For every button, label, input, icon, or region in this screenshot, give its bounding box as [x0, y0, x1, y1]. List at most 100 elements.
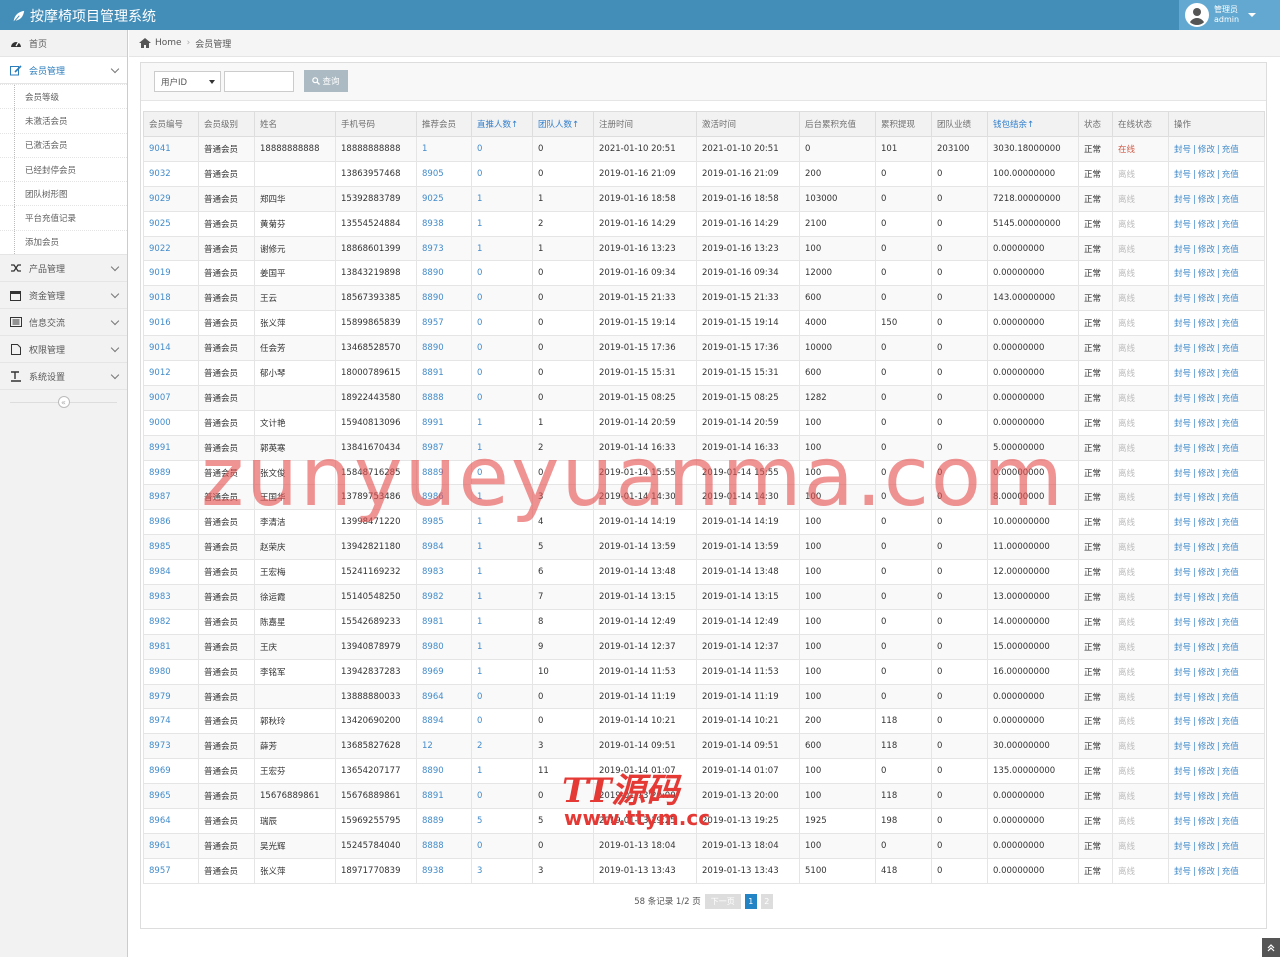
table-cell[interactable]: 9018	[143, 285, 199, 312]
ban-link[interactable]: 封号	[1174, 742, 1191, 752]
submenu-item-inactive-members[interactable]: 未激活会员	[0, 108, 127, 133]
ban-link[interactable]: 封号	[1174, 668, 1191, 678]
ban-link[interactable]: 封号	[1174, 643, 1191, 653]
user-menu[interactable]: 管理员 admin	[1179, 0, 1280, 30]
edit-link[interactable]: 修改	[1198, 170, 1215, 180]
table-cell[interactable]: 8973	[143, 733, 199, 760]
recharge-link[interactable]: 充值	[1222, 842, 1239, 852]
recharge-link[interactable]: 充值	[1222, 319, 1239, 329]
table-cell[interactable]: 8984	[416, 534, 472, 561]
recharge-link[interactable]: 充值	[1222, 145, 1239, 155]
table-cell[interactable]: 9029	[143, 185, 199, 212]
table-cell[interactable]: 8991	[416, 409, 472, 436]
edit-link[interactable]: 修改	[1198, 444, 1215, 454]
edit-link[interactable]: 修改	[1198, 842, 1215, 852]
table-cell[interactable]: 1	[471, 608, 533, 635]
table-cell[interactable]: 1	[471, 185, 533, 212]
table-cell[interactable]: 8889	[416, 808, 472, 834]
edit-link[interactable]: 修改	[1198, 618, 1215, 628]
edit-link[interactable]: 修改	[1198, 220, 1215, 230]
recharge-link[interactable]: 充值	[1222, 394, 1239, 404]
table-cell[interactable]: 1	[471, 484, 533, 511]
table-cell[interactable]: 1	[471, 210, 533, 237]
ban-link[interactable]: 封号	[1174, 195, 1191, 205]
column-header[interactable]: 钱包结余↑	[987, 111, 1079, 137]
edit-link[interactable]: 修改	[1198, 195, 1215, 205]
table-cell[interactable]: 8983	[143, 584, 199, 610]
edit-link[interactable]: 修改	[1198, 742, 1215, 752]
ban-link[interactable]: 封号	[1174, 444, 1191, 454]
table-cell[interactable]: 8989	[143, 459, 199, 486]
table-cell[interactable]: 8987	[143, 484, 199, 511]
sidebar-item-products[interactable]: 产品管理	[0, 255, 127, 283]
recharge-link[interactable]: 充值	[1222, 245, 1239, 255]
table-cell[interactable]: 12	[416, 733, 472, 760]
table-cell[interactable]: 1	[471, 434, 533, 461]
table-cell[interactable]: 0	[471, 360, 533, 386]
recharge-link[interactable]: 充值	[1222, 742, 1239, 752]
recharge-link[interactable]: 充值	[1222, 493, 1239, 503]
recharge-link[interactable]: 充值	[1222, 668, 1239, 678]
table-cell[interactable]: 8986	[143, 509, 199, 536]
ban-link[interactable]: 封号	[1174, 294, 1191, 304]
column-header[interactable]: 直推人数↑	[471, 111, 533, 137]
edit-link[interactable]: 修改	[1198, 568, 1215, 578]
search-field-select[interactable]: 用户ID	[154, 71, 221, 92]
edit-link[interactable]: 修改	[1198, 792, 1215, 802]
submenu-item-active-members[interactable]: 已激活会员	[0, 132, 127, 158]
table-cell[interactable]: 1	[471, 559, 533, 586]
edit-link[interactable]: 修改	[1198, 419, 1215, 429]
edit-link[interactable]: 修改	[1198, 145, 1215, 155]
edit-link[interactable]: 修改	[1198, 319, 1215, 329]
table-cell[interactable]: 0	[471, 260, 533, 287]
submenu-item-member-level[interactable]: 会员等级	[0, 84, 127, 109]
table-cell[interactable]: 8957	[143, 857, 199, 884]
table-cell[interactable]: 1	[471, 534, 533, 561]
edit-link[interactable]: 修改	[1198, 543, 1215, 553]
edit-link[interactable]: 修改	[1198, 593, 1215, 603]
table-cell[interactable]: 8961	[143, 832, 199, 859]
submenu-item-team-tree[interactable]: 团队树形图	[0, 181, 127, 206]
table-cell[interactable]: 5	[471, 808, 533, 834]
table-cell[interactable]: 8891	[416, 360, 472, 386]
edit-link[interactable]: 修改	[1198, 518, 1215, 528]
table-cell[interactable]: 9019	[143, 260, 199, 287]
table-cell[interactable]: 8987	[416, 434, 472, 461]
table-cell[interactable]: 8890	[416, 260, 472, 287]
table-cell[interactable]: 0	[471, 384, 533, 411]
ban-link[interactable]: 封号	[1174, 319, 1191, 329]
edit-link[interactable]: 修改	[1198, 369, 1215, 379]
table-cell[interactable]: 1	[471, 509, 533, 536]
table-cell[interactable]: 8957	[416, 310, 472, 337]
recharge-link[interactable]: 充值	[1222, 767, 1239, 777]
next-page-button[interactable]: 下一页	[704, 893, 741, 909]
table-cell[interactable]: 1	[471, 658, 533, 685]
table-cell[interactable]: 9025	[416, 185, 472, 212]
table-cell[interactable]: 8974	[143, 708, 199, 735]
table-cell[interactable]: 8973	[416, 235, 472, 262]
submenu-item-recharge-records[interactable]: 平台充值记录	[0, 205, 127, 231]
ban-link[interactable]: 封号	[1174, 269, 1191, 279]
table-cell[interactable]: 8890	[416, 758, 472, 785]
ban-link[interactable]: 封号	[1174, 618, 1191, 628]
edit-link[interactable]: 修改	[1198, 245, 1215, 255]
table-cell[interactable]: 8986	[416, 484, 472, 511]
edit-link[interactable]: 修改	[1198, 693, 1215, 703]
column-header[interactable]: 团队人数↑	[532, 111, 594, 137]
table-cell[interactable]: 0	[471, 459, 533, 486]
table-cell[interactable]: 8938	[416, 857, 472, 884]
table-cell[interactable]: 0	[471, 783, 533, 810]
table-cell[interactable]: 8891	[416, 783, 472, 810]
recharge-link[interactable]: 充值	[1222, 593, 1239, 603]
table-cell[interactable]: 8981	[143, 633, 199, 660]
edit-link[interactable]: 修改	[1198, 469, 1215, 479]
page-1-button[interactable]: 1	[744, 893, 757, 909]
sidebar-item-home[interactable]: 首页	[0, 30, 127, 57]
ban-link[interactable]: 封号	[1174, 344, 1191, 354]
table-cell[interactable]: 8980	[143, 658, 199, 685]
table-cell[interactable]: 9016	[143, 310, 199, 337]
table-cell[interactable]: 8888	[416, 832, 472, 859]
table-cell[interactable]: 2	[471, 733, 533, 760]
recharge-link[interactable]: 充值	[1222, 543, 1239, 553]
table-cell[interactable]: 1	[471, 584, 533, 610]
